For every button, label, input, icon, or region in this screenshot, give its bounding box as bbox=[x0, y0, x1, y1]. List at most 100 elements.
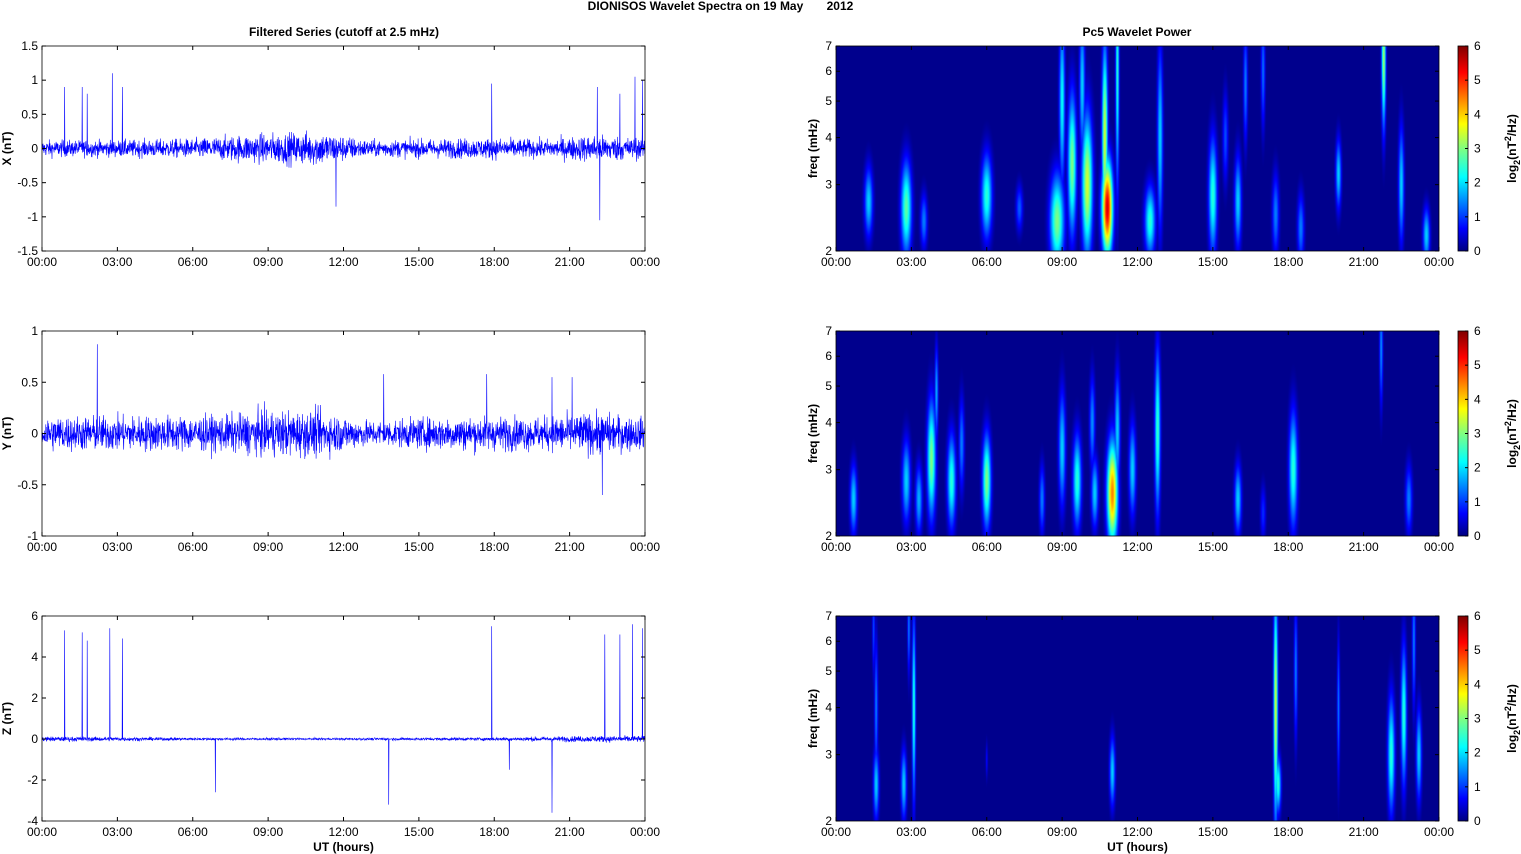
y-tick-label: 5 bbox=[825, 94, 832, 108]
x-tick-label: 15:00 bbox=[404, 255, 434, 269]
y-axis-label: freq (mHz) bbox=[806, 404, 820, 463]
x-tick-label: 12:00 bbox=[1122, 255, 1152, 269]
y-tick-label: -4 bbox=[27, 814, 38, 828]
colorbar-tick-label: 1 bbox=[1474, 210, 1481, 224]
x-tick-label: 15:00 bbox=[404, 825, 434, 839]
x-axis-label: UT (hours) bbox=[313, 840, 374, 854]
y-tick-label: -0.5 bbox=[17, 478, 38, 492]
x-tick-label: 00:00 bbox=[630, 825, 660, 839]
colorbar-tick-label: 2 bbox=[1474, 461, 1481, 475]
x-tick-label: 06:00 bbox=[972, 540, 1002, 554]
x-tick-label: 18:00 bbox=[479, 255, 509, 269]
x-tick-label: 00:00 bbox=[630, 540, 660, 554]
x-tick-label: 15:00 bbox=[1198, 540, 1228, 554]
colorbar-tick-label: 1 bbox=[1474, 780, 1481, 794]
x-tick-label: 18:00 bbox=[1273, 540, 1303, 554]
y-tick-label: 2 bbox=[825, 814, 832, 828]
x-tick-label: 00:00 bbox=[630, 255, 660, 269]
x-tick-label: 03:00 bbox=[896, 540, 926, 554]
x-axis-label: UT (hours) bbox=[1107, 840, 1168, 854]
x-tick-label: 09:00 bbox=[253, 255, 283, 269]
x-tick-label: 06:00 bbox=[972, 255, 1002, 269]
series-line-z bbox=[41, 624, 646, 813]
x-tick-label: 06:00 bbox=[178, 825, 208, 839]
series-line-y bbox=[41, 344, 646, 496]
left-column-title: Filtered Series (cutoff at 2.5 mHz) bbox=[249, 25, 439, 39]
x-tick-label: 15:00 bbox=[404, 540, 434, 554]
y-tick-label: 2 bbox=[825, 529, 832, 543]
x-tick-label: 18:00 bbox=[479, 540, 509, 554]
colorbar-tick-label: 4 bbox=[1474, 677, 1481, 691]
colorbar-tick-label: 6 bbox=[1474, 324, 1481, 338]
y-tick-label: -2 bbox=[27, 773, 38, 787]
x-tick-label: 03:00 bbox=[102, 255, 132, 269]
colorbar-tick-label: 6 bbox=[1474, 609, 1481, 623]
y-tick-label: 2 bbox=[825, 244, 832, 258]
y-tick-label: -0.5 bbox=[17, 176, 38, 190]
x-tick-label: 21:00 bbox=[1349, 540, 1379, 554]
colorbar-tick-label: 1 bbox=[1474, 495, 1481, 509]
x-tick-label: 21:00 bbox=[555, 255, 585, 269]
x-tick-label: 03:00 bbox=[896, 255, 926, 269]
x-tick-label: 12:00 bbox=[1122, 825, 1152, 839]
y-tick-label: 0.5 bbox=[21, 107, 38, 121]
y-tick-label: 1.5 bbox=[21, 39, 38, 53]
x-tick-label: 12:00 bbox=[1122, 540, 1152, 554]
y-tick-label: 4 bbox=[825, 701, 832, 715]
x-tick-label: 18:00 bbox=[1273, 255, 1303, 269]
colorbar-tick-label: 4 bbox=[1474, 392, 1481, 406]
colorbar-tick-label: 3 bbox=[1474, 427, 1481, 441]
y-tick-label: 2 bbox=[31, 691, 38, 705]
y-tick-label: 6 bbox=[825, 349, 832, 363]
y-tick-label: 0.5 bbox=[21, 375, 38, 389]
y-axis-label: freq (mHz) bbox=[806, 119, 820, 178]
colorbar-tick-label: 3 bbox=[1474, 142, 1481, 156]
colorbar-label: log2(nT2/Hz) bbox=[1503, 399, 1521, 468]
x-tick-label: 09:00 bbox=[253, 825, 283, 839]
y-tick-label: 4 bbox=[825, 131, 832, 145]
y-axis-label: X (nT) bbox=[0, 132, 14, 166]
x-tick-label: 21:00 bbox=[1349, 255, 1379, 269]
axes-frame bbox=[835, 330, 1440, 537]
x-tick-label: 03:00 bbox=[102, 825, 132, 839]
x-tick-label: 18:00 bbox=[479, 825, 509, 839]
x-tick-label: 09:00 bbox=[1047, 255, 1077, 269]
x-tick-label: 21:00 bbox=[555, 825, 585, 839]
x-tick-label: 03:00 bbox=[102, 540, 132, 554]
y-tick-label: 1 bbox=[31, 324, 38, 338]
x-tick-label: 09:00 bbox=[253, 540, 283, 554]
colorbar-tick-label: 0 bbox=[1474, 814, 1481, 828]
axes-frame bbox=[835, 45, 1440, 252]
chart-wavelet-z: 0 1 2 3 4 5 6 log2(nT2/Hz) 00:00 03:00 06:00 09:00 1… bbox=[806, 609, 1521, 854]
x-tick-label: 03:00 bbox=[896, 825, 926, 839]
chart-series-x: 00:00 03:00 06:00 09:00 12:00 15:00 18:00 21:00… bbox=[0, 39, 660, 269]
y-tick-label: 0 bbox=[31, 732, 38, 746]
x-tick-label: 21:00 bbox=[555, 540, 585, 554]
x-tick-label: 06:00 bbox=[972, 825, 1002, 839]
x-tick-label: 00:00 bbox=[1424, 255, 1454, 269]
y-tick-label: 0 bbox=[31, 427, 38, 441]
colorbar-tick-label: 0 bbox=[1474, 529, 1481, 543]
y-tick-label: 4 bbox=[825, 416, 832, 430]
y-tick-label: -1 bbox=[27, 210, 38, 224]
colorbar-tick-label: 3 bbox=[1474, 712, 1481, 726]
x-tick-label: 09:00 bbox=[1047, 540, 1077, 554]
x-tick-label: 12:00 bbox=[328, 255, 358, 269]
y-tick-label: 7 bbox=[825, 609, 832, 623]
y-tick-label: 7 bbox=[825, 39, 832, 53]
x-tick-label: 15:00 bbox=[1198, 825, 1228, 839]
chart-wavelet-y: 0 1 2 3 4 5 6 log2(nT2/Hz) 00:00 03:00 06:00 09:00 1… bbox=[806, 324, 1521, 554]
chart-series-y: 00:00 03:00 06:00 09:00 12:00 15:00 18:00 21:00… bbox=[0, 324, 660, 554]
y-tick-label: 3 bbox=[825, 748, 832, 762]
x-tick-label: 00:00 bbox=[1424, 825, 1454, 839]
y-tick-label: 3 bbox=[825, 463, 832, 477]
y-tick-label: 6 bbox=[825, 64, 832, 78]
y-tick-label: 7 bbox=[825, 324, 832, 338]
x-tick-label: 15:00 bbox=[1198, 255, 1228, 269]
y-tick-label: 3 bbox=[825, 178, 832, 192]
y-tick-label: 4 bbox=[31, 650, 38, 664]
y-tick-label: 0 bbox=[31, 142, 38, 156]
x-tick-label: 12:00 bbox=[328, 825, 358, 839]
x-tick-label: 06:00 bbox=[178, 540, 208, 554]
chart-wavelet-x: 0 1 2 3 4 5 6 log2(nT2/Hz) 00:00 03:00 06:00 09:00 1… bbox=[806, 39, 1521, 269]
